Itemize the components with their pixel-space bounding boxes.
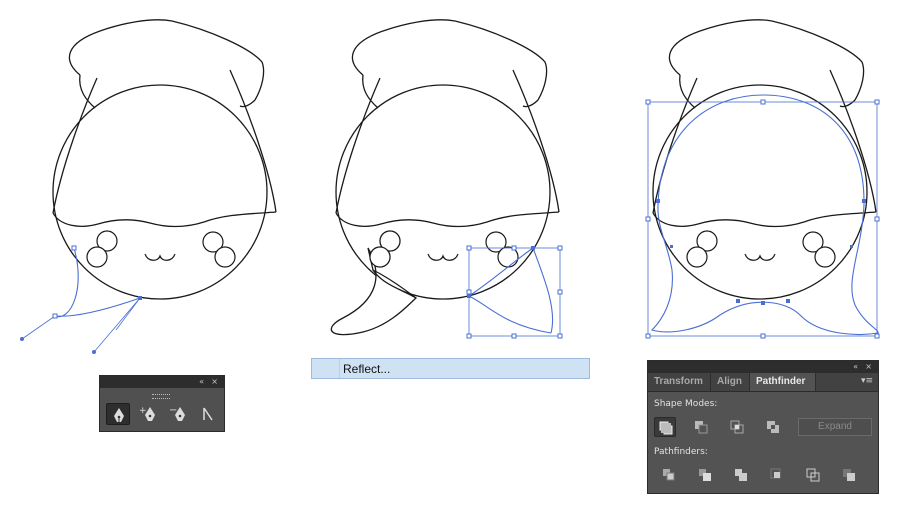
collapse-icon[interactable]: «: [199, 376, 204, 388]
outline-button[interactable]: [802, 465, 824, 485]
divide-icon: [663, 469, 675, 481]
squid-step-2: [330, 19, 563, 339]
pen-icon: [114, 408, 124, 422]
close-icon[interactable]: ×: [211, 376, 218, 388]
pen-tools-panel: « × + −: [99, 375, 225, 432]
crop-button[interactable]: [766, 465, 788, 485]
merge-button[interactable]: [730, 465, 752, 485]
squid-step-1: [20, 19, 277, 354]
panel-tabs: Transform Align Pathfinder ▾≡: [648, 373, 878, 392]
pathfinder-panel: « × Transform Align Pathfinder ▾≡ Shape …: [647, 360, 879, 494]
minus-back-button[interactable]: [838, 465, 860, 485]
add-anchor-point-icon: +: [139, 406, 155, 421]
panel-titlebar[interactable]: « ×: [648, 361, 878, 373]
add-anchor-point-tool-button[interactable]: +: [136, 403, 160, 425]
delete-anchor-point-tool-button[interactable]: −: [166, 403, 190, 425]
divide-button[interactable]: [658, 465, 680, 485]
merge-icon: [735, 469, 747, 481]
tab-align[interactable]: Align: [711, 373, 750, 391]
unite-button[interactable]: [654, 417, 676, 437]
collapse-icon[interactable]: «: [853, 361, 858, 373]
minus-front-button[interactable]: [690, 417, 712, 437]
unite-icon: [659, 421, 673, 435]
reflect-label: Reflect...: [343, 362, 391, 376]
exclude-icon: [767, 421, 779, 433]
outline-icon: [806, 468, 820, 482]
minus-back-icon: [843, 469, 855, 481]
tab-transform[interactable]: Transform: [648, 373, 711, 391]
intersect-button[interactable]: [726, 417, 748, 437]
convert-anchor-point-icon: [203, 407, 213, 421]
convert-anchor-point-tool-button[interactable]: [196, 403, 220, 425]
pathfinders-label: Pathfinders:: [654, 447, 708, 457]
close-icon[interactable]: ×: [865, 361, 872, 373]
reflect-menu-item[interactable]: Reflect...: [311, 358, 590, 379]
expand-button[interactable]: Expand: [798, 418, 872, 436]
menu-icon-gutter: [312, 359, 340, 378]
minus-front-icon: [695, 421, 708, 434]
pen-tool-button[interactable]: [106, 403, 130, 425]
intersect-icon: [730, 420, 744, 434]
exclude-button[interactable]: [762, 417, 784, 437]
squid-step-3: [645, 19, 880, 339]
tab-pathfinder[interactable]: Pathfinder: [750, 373, 816, 391]
panel-menu-icon[interactable]: ▾≡: [861, 376, 873, 386]
shape-modes-label: Shape Modes:: [654, 399, 718, 409]
panel-titlebar[interactable]: « ×: [100, 376, 224, 388]
trim-button[interactable]: [694, 465, 716, 485]
crop-icon: [770, 468, 781, 479]
trim-icon: [699, 469, 711, 481]
panel-grip[interactable]: [152, 394, 170, 399]
delete-anchor-point-icon: −: [169, 405, 185, 421]
